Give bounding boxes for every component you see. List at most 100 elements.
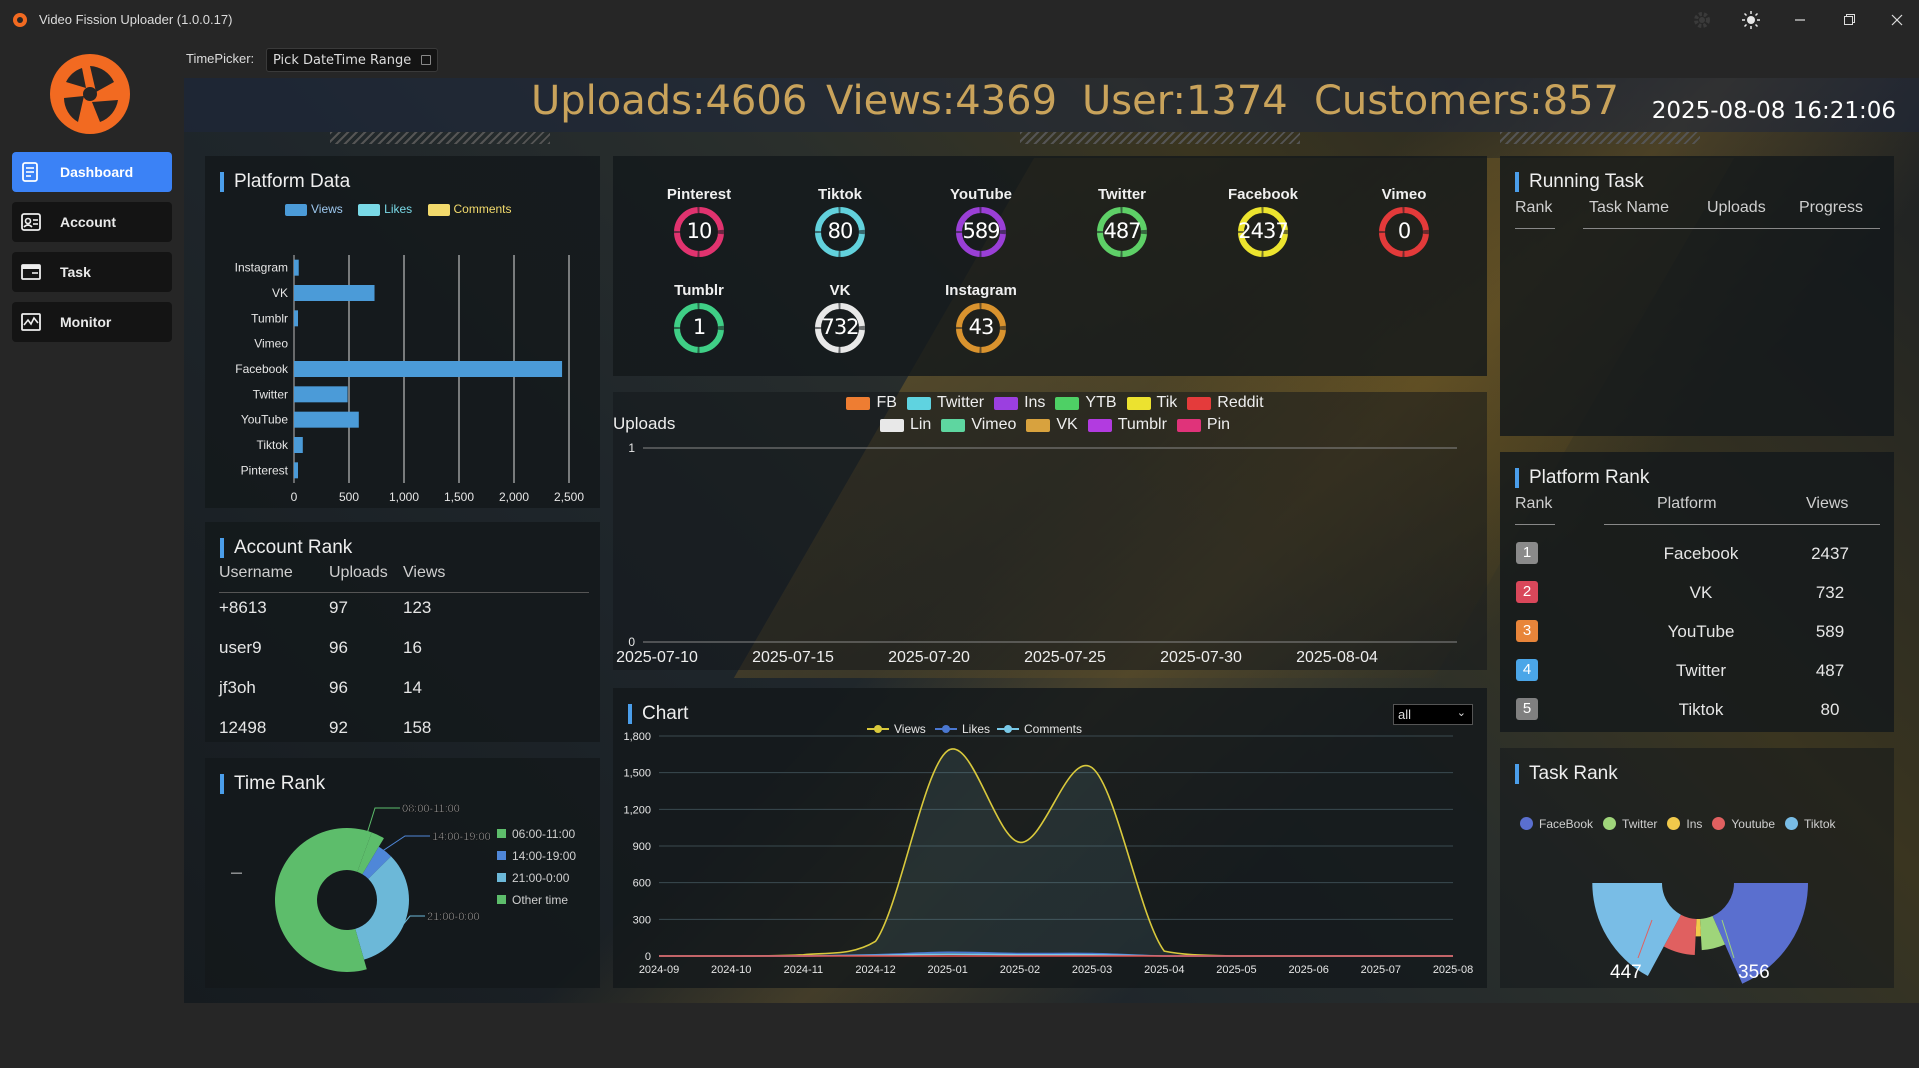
- category-label: YouTube: [241, 413, 288, 427]
- timepicker-placeholder: Pick DateTime Range: [273, 53, 412, 68]
- footer-area: [184, 1003, 1919, 1068]
- y-tick-label: 600: [633, 878, 651, 890]
- sidebar-item-monitor[interactable]: Monitor: [12, 302, 172, 342]
- col-header-uploads: Uploads: [1707, 199, 1766, 216]
- col-header-uploads: Uploads: [329, 564, 388, 581]
- col-header-task-name: Task Name: [1589, 199, 1670, 216]
- legend-dot: [942, 725, 950, 733]
- x-tick-label: 2,500: [554, 490, 584, 504]
- ring-name-twitter: Twitter: [1097, 186, 1147, 203]
- table-cell: 14: [403, 678, 422, 697]
- platform-data-panel: Platform Data Views Likes Comments 0 500 1…: [205, 156, 600, 508]
- x-tick-label: 500: [339, 490, 359, 504]
- x-tick-label: 2024-10: [711, 964, 751, 976]
- ring-name-youtube: YouTube: [950, 186, 1012, 203]
- rank-badge: 4: [1516, 659, 1538, 681]
- platform-rings-panel: Pinterest 10 Tiktok 80 YouTube 589 Twitter 487 F…: [613, 156, 1487, 376]
- category-label: Pinterest: [241, 463, 289, 477]
- settings-gear-icon[interactable]: [1689, 8, 1715, 32]
- table-cell: 12498: [219, 718, 267, 737]
- sidebar-item-account[interactable]: Account: [12, 202, 172, 242]
- ring-name-tiktok: Tiktok: [818, 186, 862, 203]
- ring-value: 1: [692, 315, 706, 339]
- callout-label: 14:00-19:00: [432, 831, 491, 843]
- bar: [294, 386, 348, 403]
- legend-label: Other time: [512, 893, 568, 907]
- legend-label: 14:00-19:00: [512, 849, 576, 863]
- platform-views: 487: [1815, 661, 1845, 680]
- stat-views: Views:4369: [826, 78, 1058, 124]
- y-tick-label: 1,800: [623, 731, 651, 743]
- bar: [294, 285, 375, 301]
- x-tick-label: 2024-09: [639, 964, 679, 976]
- ring-value: 0: [1397, 219, 1411, 243]
- table-cell: 123: [403, 598, 432, 617]
- panel-title: Running Task: [1515, 172, 1644, 192]
- category-label: Facebook: [235, 362, 289, 376]
- x-tick-label: 2025-03: [1072, 964, 1112, 976]
- legend-label: 06:00-11:00: [512, 827, 575, 841]
- x-tick-label: 2025-07: [1361, 964, 1401, 976]
- account-icon: [21, 213, 41, 231]
- stat-customers: Customers:857: [1314, 78, 1619, 124]
- legend-dot: [1004, 725, 1012, 733]
- sidebar-item-dashboard[interactable]: Dashboard: [12, 152, 172, 192]
- ring-value: 487: [1103, 219, 1141, 243]
- task-rank-donut: 10701150447356: [1592, 883, 1808, 984]
- y-tick-label: 1,500: [623, 768, 651, 780]
- sidebar-item-label: Task: [60, 264, 91, 280]
- x-tick-label: 2025-08: [1433, 964, 1473, 976]
- brand-logo-icon: [50, 54, 130, 134]
- x-tick-label: 2025-02: [1000, 964, 1040, 976]
- decor-hatch: [1020, 132, 1300, 144]
- title-bar: Video Fission Uploader (1.0.0.17): [0, 0, 1919, 40]
- ring-name-vimeo: Vimeo: [1381, 186, 1427, 203]
- calendar-icon: [421, 55, 431, 65]
- close-icon[interactable]: [1884, 8, 1910, 32]
- header-divider: [1583, 228, 1880, 229]
- panel-title: Account Rank: [220, 538, 352, 558]
- platform-views: 80: [1820, 700, 1840, 719]
- platform-data-bar-chart: 0 500 1,000 1,500 2,000 2,500 Instagram VK Tumbl…: [235, 255, 584, 504]
- uploads-line-chart: 1 02025-07-10 2025-07-15 2025-07-20 2025-07-…: [616, 441, 1457, 666]
- table-cell: user9: [219, 638, 262, 657]
- task-rank-panel: Task Rank FaceBook Twitter Ins Youtube Tikto…: [1500, 748, 1894, 988]
- pie-slice: [275, 828, 372, 972]
- ring-value: 10: [686, 219, 713, 243]
- legend-label: Comments: [1024, 722, 1082, 736]
- timepicker-input[interactable]: Pick DateTime Range: [266, 48, 438, 72]
- x-tick-label: 2025-07-15: [752, 649, 834, 666]
- y-tick-label: 900: [633, 841, 651, 853]
- ring-name-tumblr: Tumblr: [674, 282, 724, 299]
- value-label: 356: [1738, 962, 1770, 983]
- theme-sun-icon[interactable]: [1738, 8, 1764, 32]
- ring-value: 732: [821, 315, 859, 339]
- platform-name: YouTube: [1667, 622, 1735, 641]
- rank-badge: 2: [1516, 581, 1538, 603]
- legend-swatch: [497, 851, 506, 860]
- col-header-views: Views: [403, 564, 446, 581]
- x-tick-label: 1,000: [389, 490, 419, 504]
- x-tick-label: 2024-12: [855, 964, 895, 976]
- ring-name-vk: VK: [829, 282, 851, 299]
- table-cell: 92: [329, 718, 348, 737]
- category-label: VK: [272, 286, 288, 300]
- maximize-icon[interactable]: [1836, 8, 1862, 32]
- x-tick-label: 2025-07-20: [888, 649, 970, 666]
- side-label: —: [231, 867, 242, 879]
- y-tick-label: 300: [633, 914, 651, 926]
- x-tick-label: 2025-07-30: [1160, 649, 1242, 666]
- x-tick-label: 2025-05: [1216, 964, 1256, 976]
- decor-hatch: [1500, 132, 1700, 144]
- platform-rank-panel: Platform Rank Rank Platform Views 1 Faceb…: [1500, 452, 1894, 732]
- sidebar-item-task[interactable]: Task: [12, 252, 172, 292]
- col-header-username: Username: [219, 564, 293, 581]
- col-header-views: Views: [1806, 495, 1849, 512]
- chart-panel: Chart all ⌄ 1,800 1,500 1,200 900 600 300 0 202…: [613, 688, 1487, 988]
- minimize-icon[interactable]: [1787, 8, 1813, 32]
- platform-name: Twitter: [1675, 661, 1727, 680]
- running-task-panel: Running Task Rank Task Name Uploads Prog…: [1500, 156, 1894, 436]
- bar: [294, 310, 298, 327]
- legend-swatch: [497, 829, 506, 838]
- legend-label: Views: [894, 722, 926, 736]
